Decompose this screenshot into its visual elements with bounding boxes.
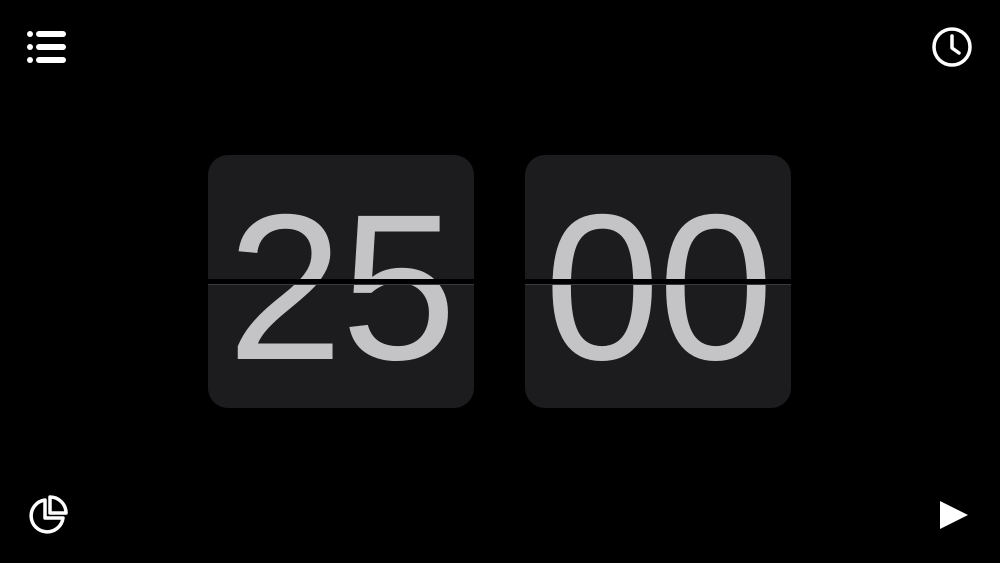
seconds-card: 00 — [525, 155, 791, 408]
pie-chart-icon — [29, 495, 68, 534]
flip-divider-highlight — [208, 284, 474, 285]
play-button[interactable] — [930, 494, 974, 538]
play-icon — [940, 501, 968, 529]
minutes-card: 25 — [208, 155, 474, 408]
flip-divider-highlight — [525, 284, 791, 285]
seconds-value: 00 — [544, 171, 773, 404]
menu-button[interactable] — [25, 25, 69, 69]
minutes-value: 25 — [227, 171, 456, 404]
clock-button[interactable] — [930, 25, 974, 69]
flip-clock-screen: 25 00 — [0, 0, 1000, 563]
list-icon — [27, 31, 66, 63]
clock-icon — [932, 27, 972, 67]
statistics-button[interactable] — [25, 494, 69, 538]
